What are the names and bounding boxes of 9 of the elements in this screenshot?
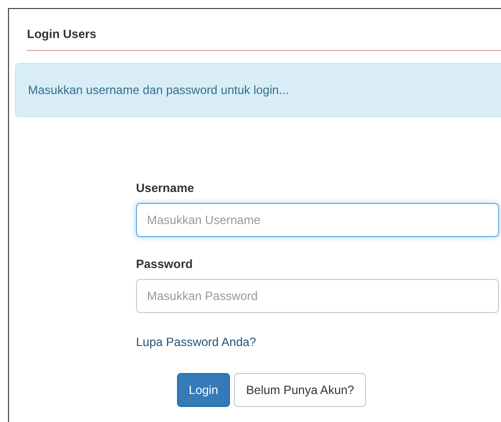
field-label: Username: [136, 181, 194, 195]
input-field[interactable]: Masukkan Username: [136, 203, 499, 237]
forgot-password-link[interactable]: Lupa Password Anda?: [136, 335, 256, 349]
register-button[interactable]: Belum Punya Akun?: [234, 373, 366, 407]
login-button[interactable]: Login: [176, 373, 230, 407]
field-label: Password: [136, 257, 193, 271]
panel-title: Login Users: [27, 27, 501, 51]
input-field[interactable]: Masukkan Password: [136, 279, 499, 313]
info-alert: Masukkan username dan password untuk login...: [15, 63, 501, 117]
